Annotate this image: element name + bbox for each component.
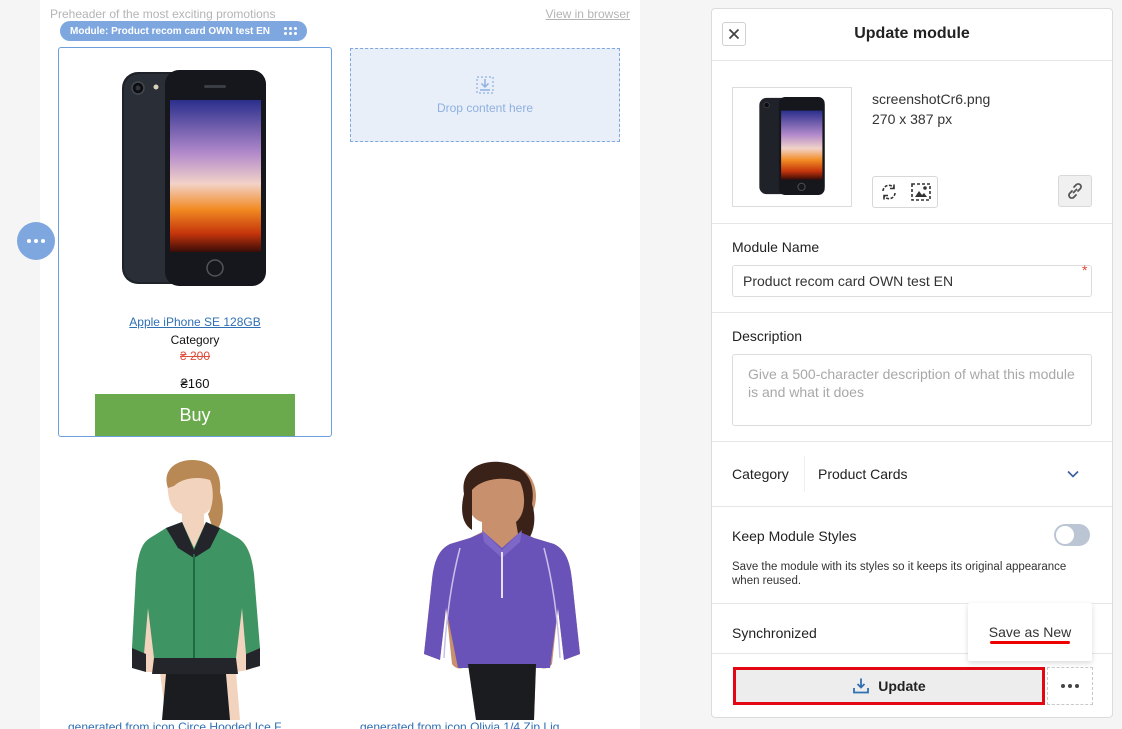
panel-title: Update module: [854, 25, 970, 42]
description-section: Description: [712, 313, 1112, 442]
module-name-section: Module Name *: [712, 224, 1112, 313]
preheader-text: Preheader of the most exciting promotion…: [50, 7, 276, 21]
more-horizontal-icon: [1061, 684, 1079, 688]
more-options-button[interactable]: [1047, 667, 1093, 705]
module-tag[interactable]: Module: Product recom card OWN test EN: [60, 21, 308, 41]
save-as-new-button[interactable]: Save as New: [968, 603, 1092, 661]
drop-zone[interactable]: Drop content here: [350, 48, 620, 142]
apparel-caption-link[interactable]: generated from icon Olivia 1/4 Zip Lig: [360, 720, 559, 729]
crop-image-icon[interactable]: [910, 181, 932, 203]
product-category: Category: [170, 333, 220, 347]
buy-button[interactable]: Buy: [95, 394, 295, 436]
module-name-label: Module Name: [732, 239, 820, 255]
keep-styles-help: Save the module with its styles so it ke…: [732, 561, 1067, 587]
more-horizontal-icon: [27, 239, 45, 243]
panel-footer: Update: [712, 653, 1112, 717]
purple-zip-top-image: [424, 461, 580, 720]
category-section: Category Product Cards: [712, 442, 1112, 507]
update-module-panel: Update module screenshotCr6.png 270 x 38…: [711, 8, 1113, 718]
link-icon: [1068, 183, 1082, 199]
required-marker: *: [1082, 262, 1088, 278]
more-actions-fab[interactable]: [17, 222, 55, 260]
module-tag-label: Module: Product recom card OWN test EN: [70, 25, 271, 37]
image-tools: [872, 176, 938, 208]
product-old-price: ₴ 200: [179, 349, 211, 363]
replace-image-icon[interactable]: [878, 181, 900, 203]
image-file-name: screenshotCr6.png: [872, 91, 991, 107]
description-label: Description: [732, 328, 803, 344]
link-image-button[interactable]: [1058, 175, 1092, 207]
keep-styles-toggle[interactable]: [1054, 524, 1090, 546]
download-icon: [476, 76, 494, 94]
email-canvas: Preheader of the most exciting promotion…: [40, 0, 640, 729]
module-name-input[interactable]: [732, 265, 1092, 297]
chevron-down-icon: [1067, 470, 1079, 478]
update-button[interactable]: Update: [733, 667, 1045, 705]
download-tray-icon: [853, 678, 870, 694]
iphone-image: [122, 70, 266, 286]
category-label: Category: [732, 466, 789, 482]
update-label: Update: [878, 678, 926, 694]
close-icon: [728, 28, 740, 40]
highlight-underline: [990, 641, 1070, 644]
image-thumbnail[interactable]: [732, 87, 852, 207]
green-hoodie-image: [132, 460, 260, 720]
keep-styles-section: Keep Module Styles Save the module with …: [712, 507, 1112, 604]
keep-styles-label: Keep Module Styles: [732, 528, 857, 544]
close-button[interactable]: [722, 22, 746, 46]
save-as-new-label: Save as New: [988, 624, 1072, 640]
category-select-value: Product Cards: [818, 466, 908, 482]
synchronized-section: Synchronized Save as New: [712, 603, 1112, 661]
image-section: screenshotCr6.png 270 x 387 px: [712, 61, 1112, 224]
product-price: ₴160: [180, 376, 210, 391]
iphone-thumbnail-image: [759, 97, 825, 195]
product-card[interactable]: Apple iPhone SE 128GB Category ₴ 200 ₴16…: [58, 47, 332, 437]
view-in-browser-link[interactable]: View in browser: [546, 7, 630, 21]
drag-handle-icon[interactable]: [284, 27, 298, 35]
drop-zone-label: Drop content here: [436, 101, 534, 115]
image-dimensions: 270 x 387 px: [872, 111, 953, 127]
panel-header: Update module: [712, 9, 1112, 61]
description-textarea[interactable]: [732, 354, 1092, 426]
email-editor: Preheader of the most exciting promotion…: [0, 0, 1122, 729]
synchronized-label: Synchronized: [732, 625, 817, 641]
category-select[interactable]: Product Cards: [804, 456, 1092, 492]
product-name-link[interactable]: Apple iPhone SE 128GB: [59, 315, 331, 329]
apparel-caption-link[interactable]: generated from icon Circe Hooded Ice F: [68, 720, 281, 729]
